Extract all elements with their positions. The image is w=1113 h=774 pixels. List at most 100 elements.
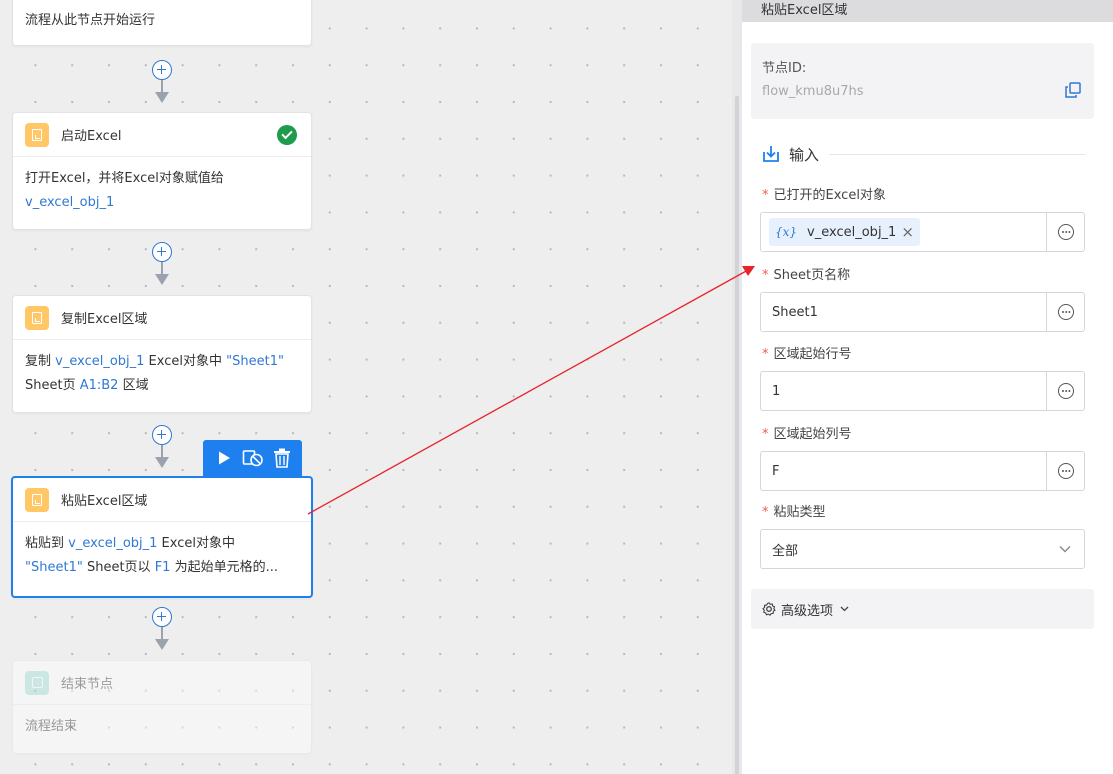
advanced-options-label: 高级选项 — [781, 603, 834, 619]
add-node-icon[interactable] — [152, 607, 172, 627]
arrow-down-icon — [155, 274, 169, 285]
more-icon — [1057, 224, 1074, 240]
field-label-text: 区域起始列号 — [773, 427, 852, 442]
start-col-value[interactable]: F — [761, 464, 1046, 479]
node-title: 结束节点 — [61, 677, 114, 692]
node-header: 启动Excel — [13, 113, 311, 157]
node-id-box: 节点ID: flow_kmu8u7hs — [751, 43, 1094, 119]
node-toolbar — [203, 440, 302, 476]
connector — [150, 423, 174, 473]
copy-icon[interactable] — [1064, 81, 1082, 103]
more-icon — [1057, 304, 1074, 320]
advanced-options-toggle[interactable]: 高级选项 — [751, 589, 1094, 629]
variable-ref: v_excel_obj_1 — [55, 354, 145, 369]
connector — [150, 240, 174, 290]
required-asterisk: * — [762, 268, 769, 283]
node-title: 启动Excel — [61, 129, 122, 144]
excel-icon — [25, 487, 49, 512]
remove-tag-icon[interactable]: × — [901, 223, 914, 241]
variable-ref: F1 — [154, 560, 171, 575]
required-asterisk: * — [762, 347, 769, 362]
excel-object-field[interactable]: {x} v_excel_obj_1 × — [760, 212, 1085, 252]
variable-ref: v_excel_obj_1 — [25, 195, 115, 210]
node-text: Excel对象中 — [144, 354, 227, 369]
end-node-icon — [25, 670, 49, 695]
node-text: 打开Excel，并将Excel对象赋值给 — [25, 171, 224, 186]
gear-icon — [762, 602, 776, 616]
panel-resize-divider[interactable] — [732, 0, 742, 774]
node-header: 复制Excel区域 — [13, 296, 311, 340]
chevron-down-icon — [1046, 545, 1084, 553]
required-asterisk: * — [762, 188, 769, 203]
node-description: 粘贴到 v_excel_obj_1 Excel对象中 "Sheet1" Sheet… — [13, 522, 311, 590]
trash-icon[interactable] — [271, 447, 293, 469]
field-label-sheet-name: * Sheet页名称 — [762, 264, 850, 283]
start-node-text: 流程从此节点开始运行 — [25, 13, 156, 28]
variable-tag: {x} v_excel_obj_1 × — [769, 218, 920, 246]
variable-icon: {x} — [775, 225, 798, 239]
node-description: 打开Excel，并将Excel对象赋值给 v_excel_obj_1 — [13, 157, 311, 225]
node-text: 粘贴到 — [25, 536, 69, 551]
node-text: 为起始单元格的... — [170, 560, 278, 575]
field-label-text: 粘贴类型 — [773, 505, 826, 520]
required-asterisk: * — [762, 505, 769, 520]
start-row-value[interactable]: 1 — [761, 384, 1046, 399]
arrow-down-icon — [155, 639, 169, 650]
flow-canvas[interactable]: 流程从此节点开始运行 启动Excel 打开Excel，并将Excel对象赋值给 … — [0, 0, 742, 774]
excel-icon — [25, 122, 49, 147]
add-node-icon[interactable] — [152, 60, 172, 80]
field-label-text: Sheet页名称 — [773, 268, 851, 283]
success-check-icon — [277, 125, 297, 145]
connector — [150, 58, 174, 108]
node-text: Sheet页 — [25, 378, 80, 393]
more-icon — [1057, 383, 1074, 399]
field-label-start-row: * 区域起始行号 — [762, 343, 852, 362]
sheet-name-input[interactable]: Sheet1 — [760, 292, 1085, 332]
start-col-input[interactable]: F — [760, 451, 1085, 491]
variable-ref: "Sheet1" — [226, 354, 284, 369]
node-description: 复制 v_excel_obj_1 Excel对象中 "Sheet1" Sheet页… — [13, 340, 311, 408]
variable-picker-button[interactable] — [1046, 372, 1084, 410]
node-id-value: flow_kmu8u7hs — [762, 84, 864, 99]
flow-node-paste-excel-range[interactable]: 粘贴Excel区域 粘贴到 v_excel_obj_1 Excel对象中 "She… — [11, 476, 313, 598]
flow-node-launch-excel[interactable]: 启动Excel 打开Excel，并将Excel对象赋值给 v_excel_obj… — [12, 112, 312, 230]
start-node[interactable]: 流程从此节点开始运行 — [12, 0, 312, 46]
node-text: 复制 — [25, 354, 56, 369]
variable-tag-value: v_excel_obj_1 — [807, 224, 897, 240]
arrow-down-icon — [155, 457, 169, 468]
node-text: Sheet页以 — [82, 560, 155, 575]
required-asterisk: * — [762, 427, 769, 442]
node-properties-panel: 粘贴Excel区域 节点ID: flow_kmu8u7hs 输入 * 已打开的Ex… — [742, 0, 1113, 774]
paste-type-value[interactable]: 全部 — [761, 540, 1046, 559]
add-node-icon[interactable] — [152, 242, 172, 262]
variable-ref: "Sheet1" — [25, 560, 83, 575]
node-title: 复制Excel区域 — [61, 312, 148, 327]
variable-picker-button[interactable] — [1046, 213, 1084, 251]
node-text: Excel对象中 — [157, 536, 235, 551]
variable-picker-button[interactable] — [1046, 452, 1084, 490]
input-icon — [762, 145, 780, 163]
chevron-down-icon — [840, 606, 849, 612]
field-label-text: 已打开的Excel对象 — [773, 188, 886, 203]
sheet-name-value[interactable]: Sheet1 — [761, 305, 1046, 320]
node-title: 粘贴Excel区域 — [61, 494, 148, 509]
disable-icon[interactable] — [242, 447, 264, 469]
field-label-excel-object: * 已打开的Excel对象 — [762, 184, 886, 203]
flow-node-copy-excel-range[interactable]: 复制Excel区域 复制 v_excel_obj_1 Excel对象中 "She… — [12, 295, 312, 413]
node-id-label: 节点ID: — [762, 61, 807, 76]
more-icon — [1057, 463, 1074, 479]
variable-picker-button[interactable] — [1046, 293, 1084, 331]
flow-node-end[interactable]: 结束节点 流程结束 — [12, 660, 312, 754]
start-row-input[interactable]: 1 — [760, 371, 1085, 411]
field-label-start-col: * 区域起始列号 — [762, 423, 852, 442]
variable-ref: v_excel_obj_1 — [68, 536, 158, 551]
field-label-text: 区域起始行号 — [773, 347, 852, 362]
paste-type-select[interactable]: 全部 — [760, 529, 1085, 569]
resize-handle[interactable] — [735, 96, 739, 774]
input-section-header: 输入 — [762, 143, 1085, 165]
node-text: 区域 — [118, 378, 149, 393]
panel-title: 粘贴Excel区域 — [742, 0, 1113, 22]
node-header: 结束节点 — [13, 661, 311, 705]
play-icon[interactable] — [213, 447, 235, 469]
add-node-icon[interactable] — [152, 425, 172, 445]
